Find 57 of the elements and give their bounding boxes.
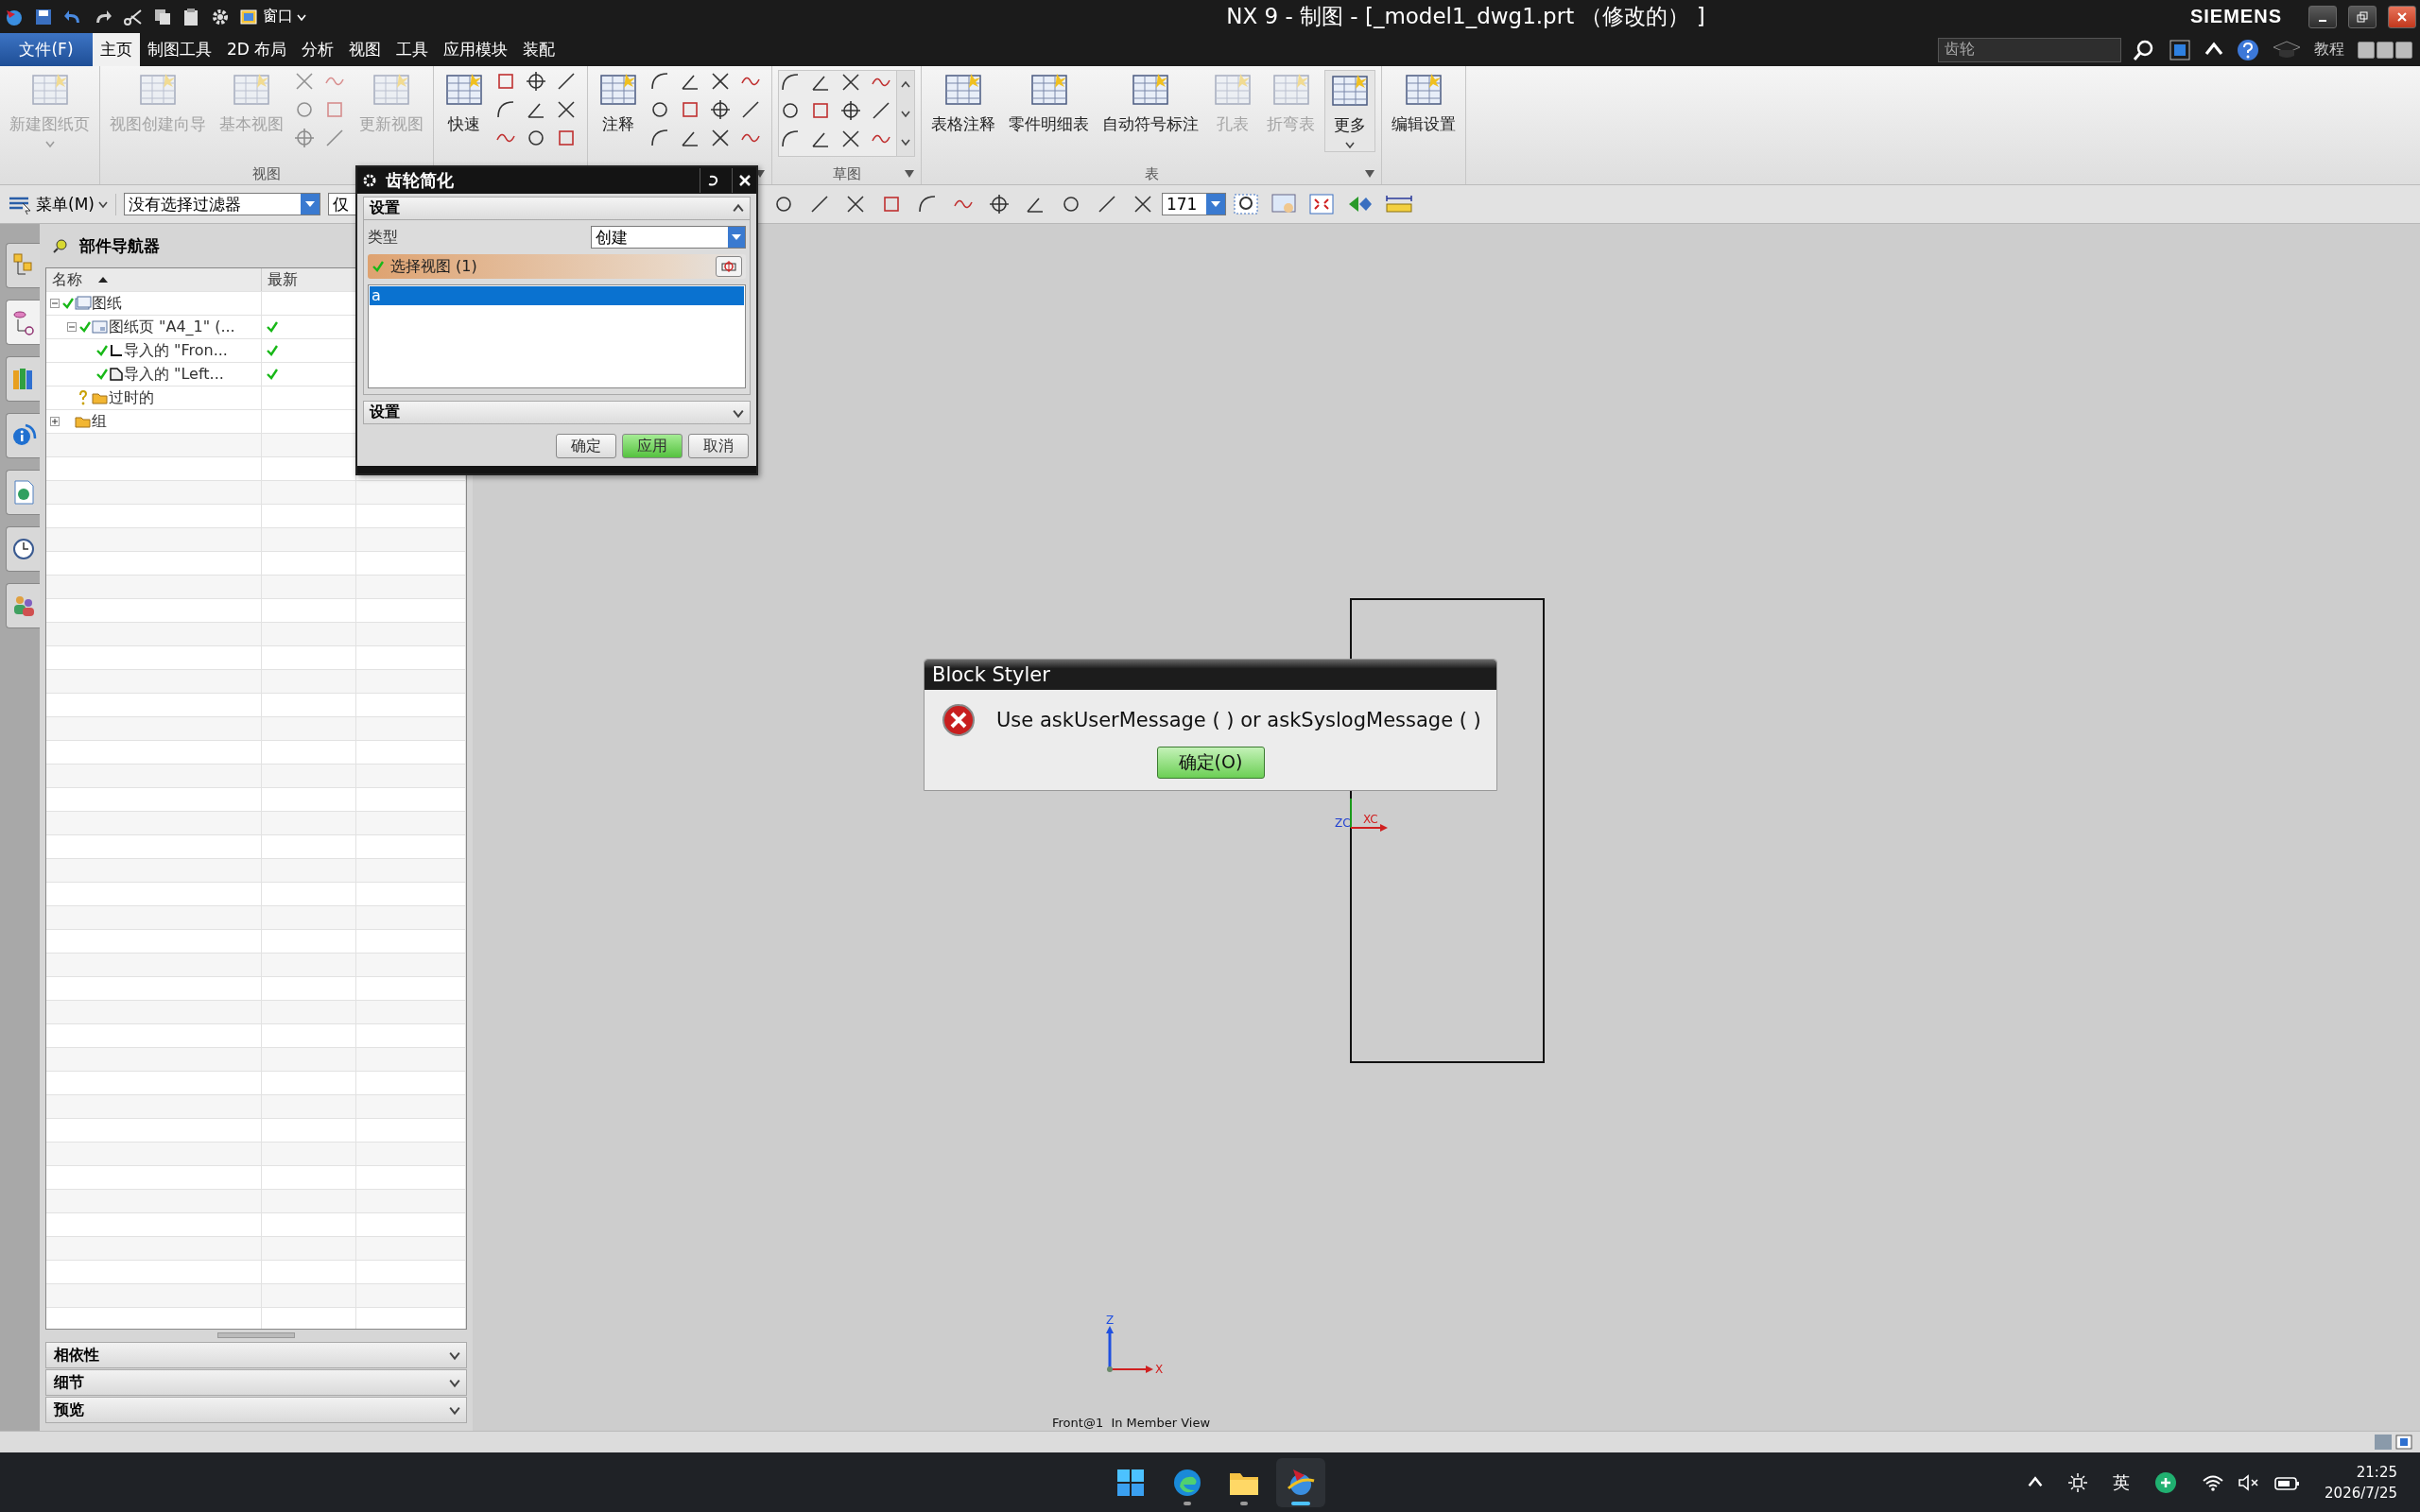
view-triad: Z X (1106, 1314, 1164, 1376)
ribbon-button[interactable]: 编辑设置 (1388, 70, 1460, 137)
menu-tab[interactable]: 工具 (389, 33, 437, 66)
window-title: NX 9 - 制图 - [_model1_dwg1.prt （修改的） ] (1225, 3, 1706, 30)
menu-button[interactable]: 菜单(M) (8, 193, 116, 215)
tree-label: 组 (92, 411, 107, 432)
panel-title: 部件导航器 (79, 234, 160, 257)
wcs-axes: ZC XC (1335, 798, 1388, 832)
menu-tab[interactable]: 2D 布局 (219, 33, 295, 66)
menu-tab[interactable]: 文件(F) (0, 33, 93, 66)
section-header[interactable]: 设置 (363, 401, 751, 424)
tree-label: 图纸页 "A4_1" (... (109, 317, 235, 337)
ok-button[interactable]: 确定(O) (1156, 747, 1265, 779)
menu-tab[interactable]: 主页 (93, 33, 140, 66)
tree-label: 导入的 "Fron... (124, 340, 228, 361)
type-dropdown[interactable]: 创建 (591, 226, 746, 249)
group-label: 视图 (252, 164, 281, 183)
menu-tab[interactable]: 装配 (515, 33, 563, 66)
dialog-title: 齿轮简化 (386, 169, 455, 192)
section-header[interactable]: 设置 (363, 197, 751, 220)
window-menu[interactable]: 窗口 (240, 7, 306, 26)
menu-tab[interactable]: 视图 (341, 33, 389, 66)
ribbon-button[interactable]: 更多 (1324, 70, 1375, 152)
ribbon-button[interactable]: 零件明细表 (1005, 70, 1093, 137)
collapsible-panel[interactable]: 细节 (45, 1369, 467, 1396)
menu-tab[interactable]: 应用模块 (436, 33, 516, 66)
group-label: 表 (1144, 164, 1159, 183)
field-label: 类型 (368, 227, 398, 248)
scale-dropdown[interactable]: 171 (1161, 193, 1226, 215)
ribbon-button[interactable]: 自动符号标注 (1098, 70, 1202, 137)
tree-label: 导入的 "Left... (124, 364, 224, 385)
clock-date[interactable]: 2026/7/25 (2325, 1484, 2397, 1502)
collapsible-panel[interactable]: 预览 (45, 1397, 467, 1423)
column-header[interactable]: 名称 (46, 268, 262, 291)
message-title: Block Styler (925, 660, 1496, 690)
group-label: 草图 (832, 164, 861, 183)
ribbon-button[interactable]: 注释 (594, 70, 643, 137)
dialog-button[interactable]: 确定 (556, 434, 616, 458)
menu-tab[interactable]: 制图工具 (140, 33, 219, 66)
view-label: Front@1 In Member View (1052, 1416, 1211, 1430)
message-text: Use askUserMessage ( ) or askSyslogMessage ( ) (996, 709, 1481, 731)
search-field[interactable]: 齿轮 (1938, 37, 2121, 62)
ribbon-button[interactable]: 快速 (440, 70, 489, 137)
tutorial-label[interactable]: 教程 (2314, 40, 2344, 60)
filter-dropdown[interactable]: 没有选择过滤器 (123, 193, 320, 215)
selection-step[interactable]: 选择视图 (1) (368, 254, 746, 279)
ribbon-button[interactable]: 表格注释 (927, 70, 999, 137)
input-method-indicator[interactable]: 英 (2113, 1470, 2131, 1494)
clock-time[interactable]: 21:25 (2356, 1463, 2397, 1481)
tree-label: 图纸 (92, 293, 122, 314)
brand-logo: SIEMENS (2189, 6, 2282, 27)
tree-label: 过时的 (109, 387, 154, 408)
list-item[interactable]: a (370, 286, 744, 305)
menu-tab[interactable]: 分析 (294, 33, 342, 66)
dialog-button[interactable]: 应用 (622, 434, 683, 458)
dialog-button[interactable]: 取消 (688, 434, 749, 458)
collapsible-panel[interactable]: 相依性 (45, 1342, 467, 1368)
